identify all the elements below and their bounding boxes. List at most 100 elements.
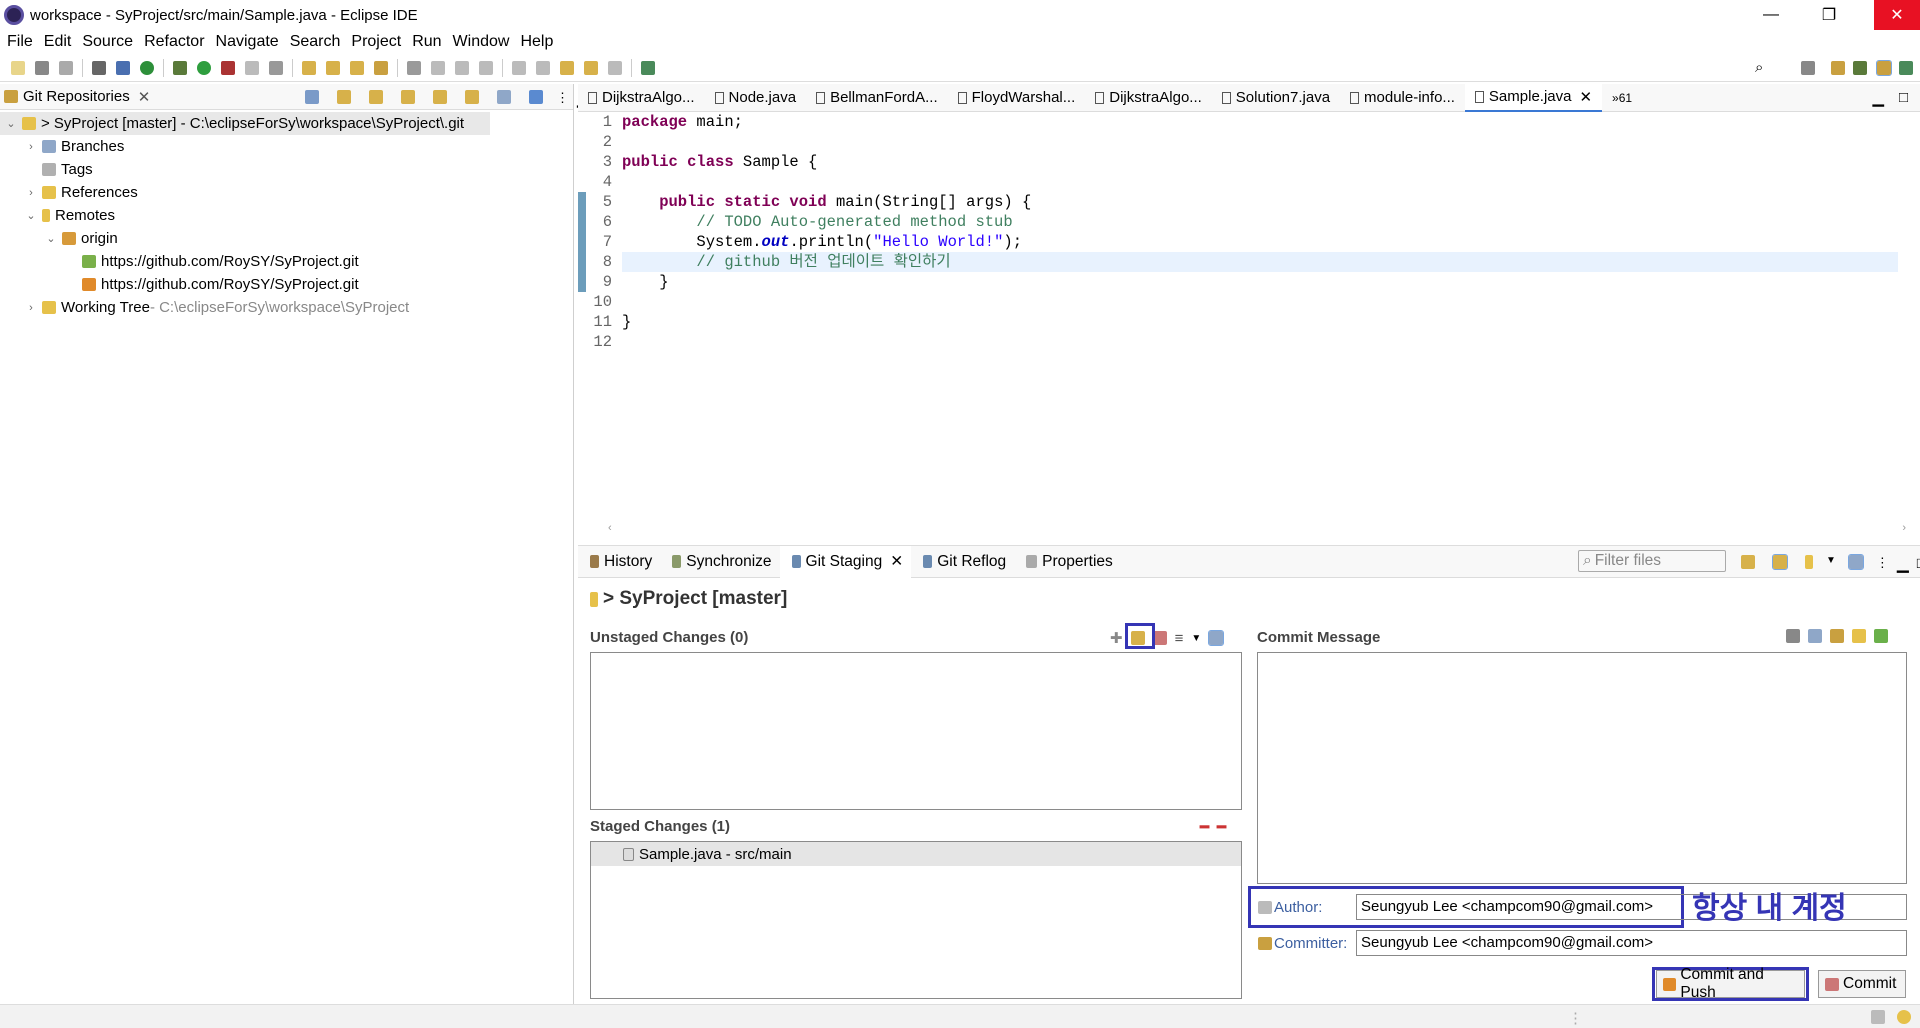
create-repo-icon[interactable] [401, 90, 415, 104]
forward-icon[interactable] [608, 60, 622, 75]
minimize-button[interactable]: — [1748, 0, 1794, 30]
repo-node[interactable]: ⌄ > SyProject [master] - C:\eclipseForSy… [0, 112, 490, 135]
sync-status-icon[interactable] [1871, 1010, 1885, 1024]
editor-tab-active[interactable]: Sample.java ✕ [1464, 83, 1603, 112]
annotation-nav-icon[interactable] [407, 60, 421, 75]
code-editor[interactable]: 1 2 3 4 5 6 7 8 9 10 11 12 package main;… [578, 112, 1898, 520]
stop-icon[interactable] [245, 60, 259, 75]
back-icon[interactable] [584, 60, 598, 75]
link-selection-icon[interactable] [1772, 554, 1788, 570]
code-body[interactable]: package main; public class Sample { publ… [622, 112, 1898, 352]
committer-field[interactable]: Seungyub Lee <champcom90@gmail.com> [1356, 930, 1907, 956]
chevron-down-icon[interactable]: ⌄ [4, 117, 18, 130]
search-icon[interactable]: ⌕ [1755, 59, 1763, 76]
list-item[interactable]: Sample.java - src/main [591, 842, 1241, 866]
list-view-icon[interactable]: ≡ [1175, 630, 1184, 647]
menu-refactor[interactable]: Refactor [144, 33, 204, 51]
working-tree-node[interactable]: › Working Tree - C:\eclipseForSy\workspa… [0, 296, 573, 319]
remotes-node[interactable]: ⌄ Remotes [0, 204, 573, 227]
git-repositories-tab[interactable]: Git Repositories ✕ ⋮ ▁ □ [0, 84, 606, 110]
last-edit-icon[interactable] [560, 60, 574, 75]
commit-message-input[interactable] [1257, 652, 1907, 884]
skip-breakpoints-icon[interactable] [140, 60, 154, 75]
tab-git-staging[interactable]: Git Staging ✕ [779, 545, 912, 578]
maximize-view-icon[interactable]: □ [1899, 89, 1908, 106]
highlight-icon[interactable] [431, 60, 445, 75]
open-task-icon[interactable] [326, 60, 340, 75]
menu-window[interactable]: Window [453, 33, 510, 51]
change-id-icon[interactable] [1874, 629, 1888, 643]
whitespace-icon[interactable] [479, 60, 493, 75]
editor-tab[interactable]: DijkstraAlgo... [1085, 84, 1212, 112]
terminal-icon[interactable] [92, 60, 106, 75]
tab-synchronize[interactable]: Synchronize [660, 546, 779, 578]
tags-node[interactable]: Tags [0, 158, 573, 181]
menu-edit[interactable]: Edit [44, 33, 72, 51]
chevron-down-icon[interactable]: ⌄ [24, 209, 38, 222]
link-editor-icon[interactable] [433, 90, 447, 104]
pin-editor-icon[interactable] [641, 60, 655, 75]
unstage-selected-icon[interactable]: ━ [1200, 818, 1209, 836]
prev-annotation-icon[interactable] [536, 60, 550, 75]
search-toolbar-icon[interactable] [374, 60, 388, 75]
external-tools-icon[interactable] [269, 60, 283, 75]
gpg-sign-icon[interactable] [1852, 629, 1866, 643]
editor-tab[interactable]: Node.java [705, 84, 807, 112]
tab-history[interactable]: History [578, 546, 660, 578]
minimize-view-icon[interactable]: ▁ [1897, 555, 1909, 574]
open-folder-icon[interactable] [350, 60, 364, 75]
editor-tab[interactable]: BellmanFordA... [806, 84, 948, 112]
console-icon[interactable] [116, 60, 130, 75]
commit-and-push-button[interactable]: Commit and Push [1656, 966, 1805, 1001]
block-selection-icon[interactable] [455, 60, 469, 75]
origin-node[interactable]: ⌄ origin [0, 227, 573, 250]
amend-icon[interactable] [1808, 629, 1822, 643]
scroll-left-icon[interactable]: ‹ [608, 522, 612, 534]
tab-overflow[interactable]: »61 [1602, 84, 1642, 112]
unstaged-list[interactable] [590, 652, 1242, 810]
editor-tab[interactable]: FloydWarshal... [948, 84, 1086, 112]
horizontal-scrollbar[interactable]: ‹ › [608, 522, 1906, 536]
clone-repo-icon[interactable] [369, 90, 383, 104]
view-menu-icon[interactable]: ⋮ [556, 90, 569, 108]
previous-message-icon[interactable] [1786, 629, 1800, 643]
committer-label[interactable]: Committer: [1274, 935, 1347, 952]
hierarchical-icon[interactable] [497, 90, 511, 104]
close-window-button[interactable]: ✕ [1874, 0, 1920, 30]
tab-properties[interactable]: Properties [1014, 546, 1121, 578]
sort-icon[interactable] [1208, 630, 1225, 646]
save-all-icon[interactable] [59, 60, 73, 75]
run-icon[interactable] [197, 60, 211, 75]
commit-button[interactable]: Commit [1818, 970, 1906, 998]
scroll-right-icon[interactable]: › [1902, 522, 1906, 534]
remote-push-url[interactable]: https://github.com/RoySY/SyProject.git [0, 273, 573, 296]
menu-navigate[interactable]: Navigate [216, 33, 279, 51]
view-menu-icon[interactable]: ⋮ [1876, 555, 1889, 574]
references-node[interactable]: › References [0, 181, 573, 204]
save-icon[interactable] [35, 60, 49, 75]
editor-tab[interactable]: module-info... [1340, 84, 1465, 112]
tip-icon[interactable] [1897, 1010, 1911, 1024]
debug-icon[interactable] [173, 60, 187, 75]
new-icon[interactable] [11, 60, 25, 75]
close-icon[interactable]: ✕ [890, 552, 903, 571]
repository-icon[interactable] [1805, 555, 1813, 569]
menu-search[interactable]: Search [290, 33, 341, 51]
chevron-right-icon[interactable]: › [24, 302, 38, 314]
add-repo-icon[interactable] [337, 90, 351, 104]
remote-fetch-url[interactable]: https://github.com/RoySY/SyProject.git [0, 250, 573, 273]
coverage-icon[interactable] [221, 60, 235, 75]
stage-selected-icon[interactable]: ✚ [1110, 629, 1123, 647]
debug-perspective-icon[interactable] [1853, 60, 1867, 75]
chevron-down-icon[interactable]: ⌄ [44, 232, 58, 245]
filter-files-input[interactable]: ⌕ Filter files [1578, 550, 1726, 572]
collapse-all-icon[interactable] [305, 90, 319, 104]
link-with-selection-icon[interactable] [529, 90, 543, 104]
java-perspective-icon[interactable] [1899, 60, 1913, 75]
editor-tab[interactable]: DijkstraAlgo... [578, 84, 705, 112]
menu-run[interactable]: Run [412, 33, 441, 51]
author-label[interactable]: Author: [1274, 899, 1322, 916]
menu-project[interactable]: Project [351, 33, 401, 51]
tab-git-reflog[interactable]: Git Reflog [911, 546, 1014, 578]
staged-list[interactable]: Sample.java - src/main [590, 841, 1242, 999]
